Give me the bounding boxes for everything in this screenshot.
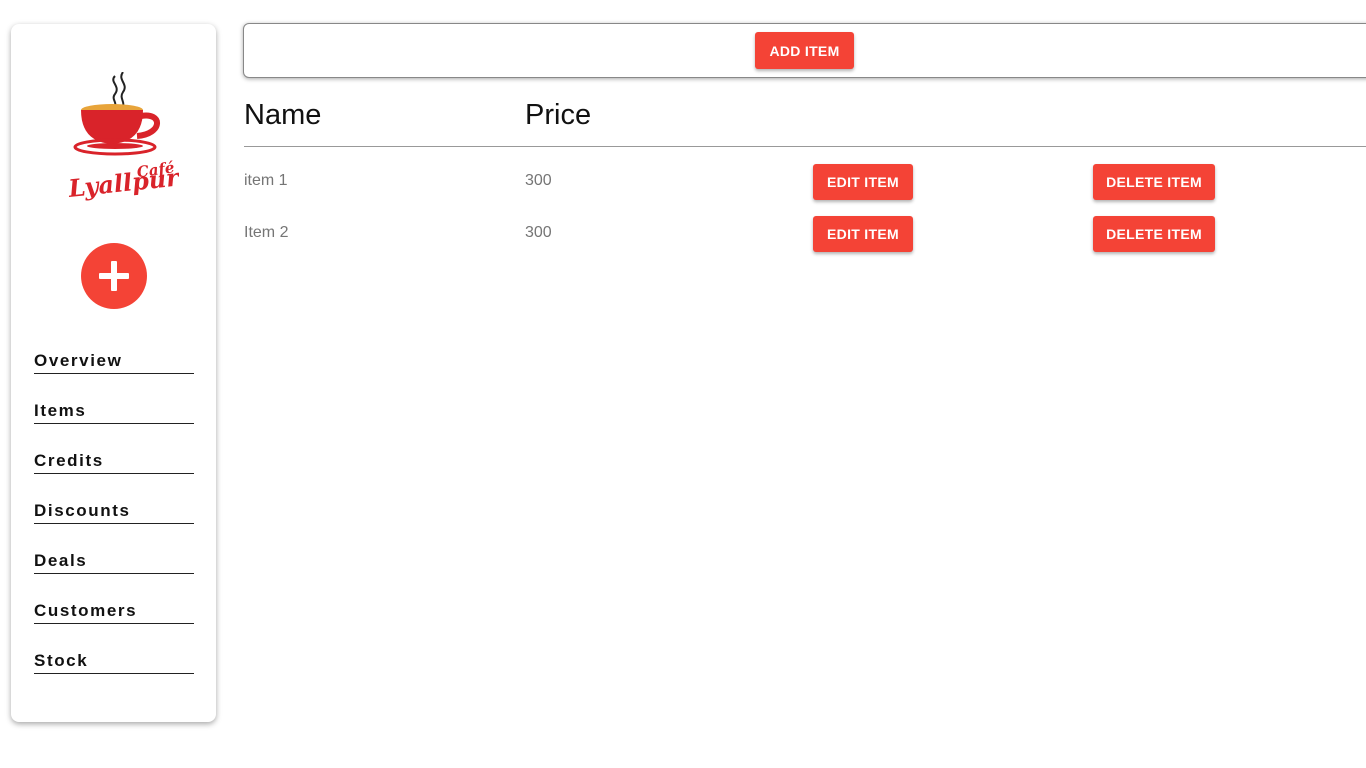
item-price-cell: 300 — [525, 172, 552, 189]
toolbar: ADD ITEM — [243, 23, 1366, 78]
sidebar-nav: Overview Items Credits Discounts Deals C… — [34, 350, 194, 700]
item-name-cell: item 1 — [244, 172, 288, 189]
sidebar-item-items[interactable]: Items — [34, 400, 194, 450]
plus-icon — [99, 261, 129, 291]
sidebar-item-label: Credits — [34, 451, 104, 470]
item-name-cell: Item 2 — [244, 224, 289, 241]
name-column-header: Name — [244, 99, 322, 131]
sidebar-item-label: Overview — [34, 351, 123, 370]
sidebar-item-label: Discounts — [34, 501, 131, 520]
sidebar-item-overview[interactable]: Overview — [34, 350, 194, 400]
edit-item-button[interactable]: EDIT ITEM — [813, 164, 913, 200]
sidebar-item-label: Stock — [34, 651, 89, 670]
delete-item-button[interactable]: DELETE ITEM — [1093, 216, 1215, 252]
sidebar-item-label: Items — [34, 401, 87, 420]
sidebar-item-credits[interactable]: Credits — [34, 450, 194, 500]
sidebar-item-deals[interactable]: Deals — [34, 550, 194, 600]
price-column-header: Price — [525, 99, 592, 131]
sidebar-item-customers[interactable]: Customers — [34, 600, 194, 650]
coffee-cup-icon: Lyallpur Café — [67, 72, 179, 203]
delete-item-button[interactable]: DELETE ITEM — [1093, 164, 1215, 200]
header-divider — [244, 146, 1366, 147]
sidebar: Lyallpur Café Overview Items Credits Dis… — [11, 24, 216, 722]
edit-item-button[interactable]: EDIT ITEM — [813, 216, 913, 252]
sidebar-item-discounts[interactable]: Discounts — [34, 500, 194, 550]
sidebar-item-stock[interactable]: Stock — [34, 650, 194, 700]
cafe-logo: Lyallpur Café — [67, 72, 179, 204]
add-item-button[interactable]: ADD ITEM — [755, 32, 854, 69]
add-button[interactable] — [81, 243, 147, 309]
item-price-cell: 300 — [525, 224, 552, 241]
sidebar-item-label: Deals — [34, 551, 88, 570]
sidebar-item-label: Customers — [34, 601, 138, 620]
